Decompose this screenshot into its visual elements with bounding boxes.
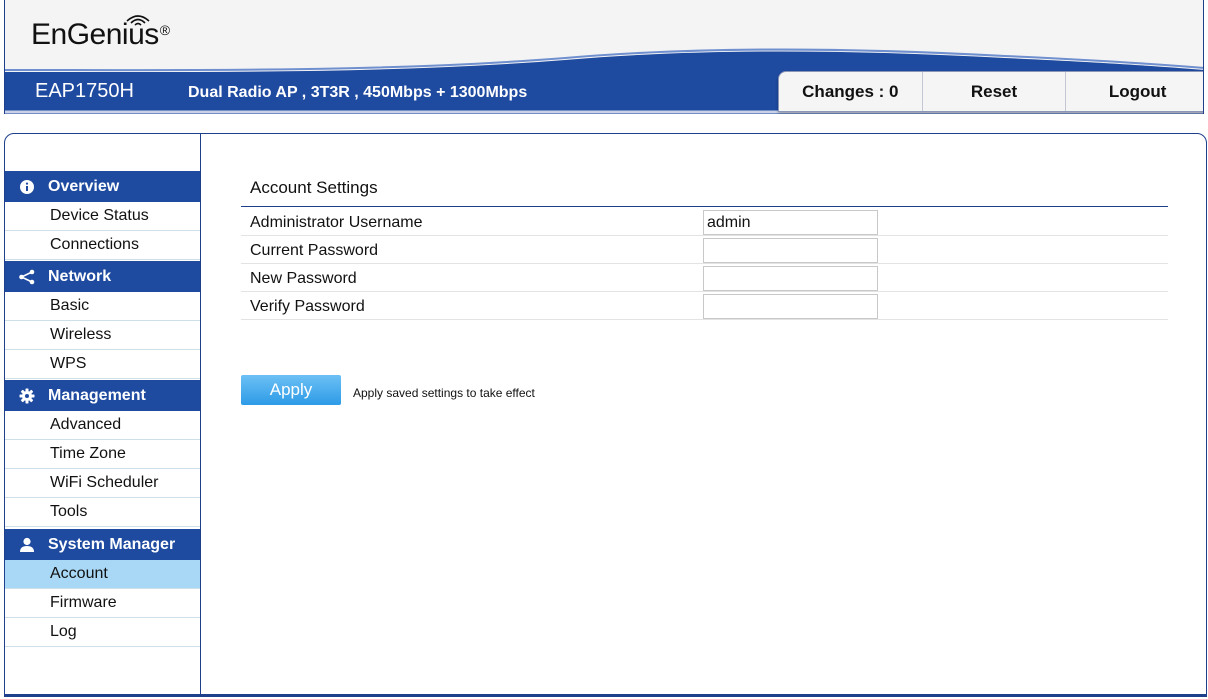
sidebar-item-firmware[interactable]: Firmware — [5, 589, 200, 618]
admin-username-input[interactable] — [703, 210, 878, 235]
nav-head-system-manager[interactable]: System Manager — [5, 529, 200, 560]
model-description: Dual Radio AP , 3T3R , 450Mbps + 1300Mbp… — [188, 84, 528, 101]
form-row-admin-username: Administrator Username — [241, 208, 1168, 236]
top-button-bar: Changes : 0 Reset Logout — [778, 71, 1203, 112]
nav-head-label: System Manager — [48, 535, 176, 553]
title-divider — [241, 206, 1168, 207]
logo-registered-mark: ® — [159, 22, 170, 38]
gear-icon — [18, 387, 36, 405]
sidebar-item-account[interactable]: Account — [5, 560, 200, 589]
new-password-label: New Password — [250, 270, 357, 287]
model-name: EAP1750H — [35, 80, 134, 102]
main-frame: Overview Device Status Connections Netwo… — [4, 133, 1207, 695]
verify-password-label: Verify Password — [250, 298, 365, 315]
form-row-new-password: New Password — [241, 264, 1168, 292]
form-row-verify-password: Verify Password — [241, 292, 1168, 320]
nav-head-label: Overview — [48, 177, 120, 195]
nav-group-network: Network Basic Wireless WPS — [5, 261, 200, 379]
nav-group-overview: Overview Device Status Connections — [5, 171, 200, 260]
frame-bottom-border — [4, 694, 1207, 697]
current-password-label: Current Password — [250, 242, 379, 259]
header: EnGenius® EAP1750H Dual Radio AP , 3T3R … — [4, 0, 1204, 114]
nav-head-label: Network — [48, 267, 112, 285]
info-icon — [18, 178, 36, 196]
sidebar: Overview Device Status Connections Netwo… — [5, 134, 201, 694]
nav-head-overview[interactable]: Overview — [5, 171, 200, 202]
nav-head-management[interactable]: Management — [5, 380, 200, 411]
engenius-logo: EnGenius® — [31, 18, 170, 52]
sidebar-item-wireless[interactable]: Wireless — [5, 321, 200, 350]
verify-password-input[interactable] — [703, 294, 878, 319]
apply-button[interactable]: Apply — [241, 375, 341, 405]
sidebar-item-basic[interactable]: Basic — [5, 292, 200, 321]
sidebar-item-wifi-scheduler[interactable]: WiFi Scheduler — [5, 469, 200, 498]
nav-head-network[interactable]: Network — [5, 261, 200, 292]
logout-button[interactable]: Logout — [1066, 72, 1203, 111]
logo-text: EnGenius — [31, 18, 159, 51]
form-row-current-password: Current Password — [241, 236, 1168, 264]
new-password-input[interactable] — [703, 266, 878, 291]
user-icon — [18, 536, 36, 554]
sidebar-item-log[interactable]: Log — [5, 618, 200, 647]
nav-group-system-manager: System Manager Account Firmware Log — [5, 529, 200, 647]
sidebar-item-wps[interactable]: WPS — [5, 350, 200, 379]
changes-button[interactable]: Changes : 0 — [779, 72, 923, 111]
page-title: Account Settings — [250, 178, 378, 197]
share-icon — [18, 268, 36, 286]
sidebar-item-time-zone[interactable]: Time Zone — [5, 440, 200, 469]
nav-group-management: Management Advanced Time Zone WiFi Sched… — [5, 380, 200, 527]
sidebar-item-connections[interactable]: Connections — [5, 231, 200, 260]
current-password-input[interactable] — [703, 238, 878, 263]
admin-username-label: Administrator Username — [250, 214, 423, 231]
sidebar-item-device-status[interactable]: Device Status — [5, 202, 200, 231]
reset-button[interactable]: Reset — [923, 72, 1067, 111]
apply-note: Apply saved settings to take effect — [353, 386, 535, 400]
sidebar-item-tools[interactable]: Tools — [5, 498, 200, 527]
nav-head-label: Management — [48, 386, 146, 404]
sidebar-item-advanced[interactable]: Advanced — [5, 411, 200, 440]
